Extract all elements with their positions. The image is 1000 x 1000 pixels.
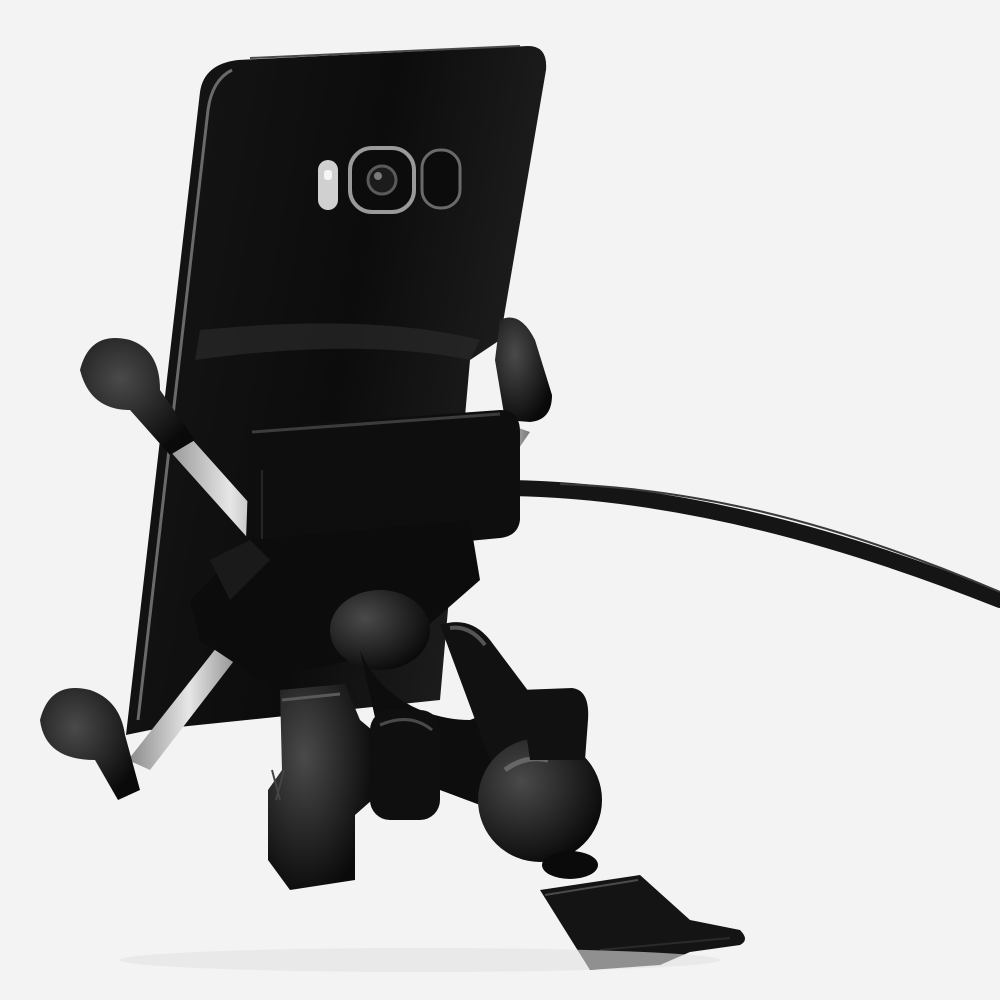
rear-knob: [520, 688, 589, 760]
floor-shadow: [120, 948, 720, 972]
flash-icon: [318, 160, 338, 210]
phone-mount-illustration: [0, 0, 1000, 1000]
product-photo: [0, 0, 1000, 1000]
fingerprint-sensor: [420, 148, 462, 210]
